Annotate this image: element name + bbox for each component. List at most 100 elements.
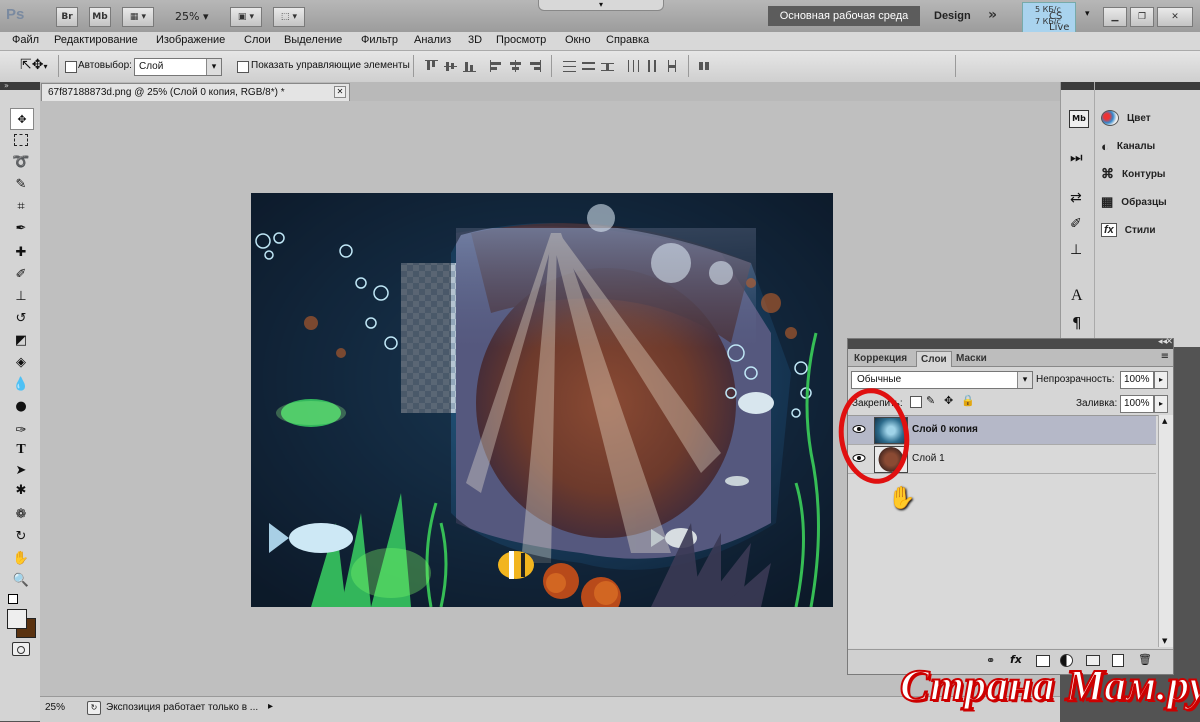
menu-layers[interactable]: Слои — [244, 34, 271, 46]
autoselect-checkbox[interactable] — [65, 61, 77, 73]
clone-stamp-tool-icon[interactable]: ⊥ — [10, 286, 32, 306]
distribute-top-icon[interactable] — [563, 60, 576, 72]
align-bottom-icon[interactable] — [463, 60, 476, 72]
menu-edit[interactable]: Редактирование — [54, 34, 138, 46]
history-brush-tool-icon[interactable]: ↺ — [10, 308, 32, 328]
type-tool-icon[interactable]: T — [10, 440, 32, 460]
clone-source-panel-icon[interactable]: ⊥ — [1070, 242, 1082, 258]
menu-image[interactable]: Изображение — [156, 34, 225, 46]
3d-rotate-tool-icon[interactable]: ❁ — [10, 504, 32, 524]
channels-panel-button[interactable]: ◐ Каналы — [1101, 136, 1155, 156]
close-panel-icon[interactable]: ✕ — [1165, 337, 1173, 347]
move-tool-icon[interactable]: ✥ — [10, 108, 34, 130]
eyedropper-tool-icon[interactable]: ✒ — [10, 218, 32, 238]
foreground-color-swatch[interactable] — [7, 609, 27, 629]
workspace-button[interactable]: Основная рабочая среда — [768, 6, 920, 26]
opacity-slider-arrow-icon[interactable]: ▸ — [1154, 371, 1168, 389]
paint-bucket-tool-icon[interactable]: ◈ — [10, 352, 32, 372]
lock-transparency-icon[interactable] — [910, 396, 922, 408]
align-right-icon[interactable] — [528, 60, 541, 72]
custom-shape-tool-icon[interactable]: ✱ — [10, 480, 32, 500]
distribute-left-icon[interactable] — [627, 60, 640, 72]
distribute-right-icon[interactable] — [665, 60, 678, 72]
layer-name[interactable]: Слой 0 копия — [912, 424, 978, 435]
menu-view[interactable]: Просмотр — [496, 34, 546, 46]
brush-presets-panel-icon[interactable]: ✐ — [1070, 216, 1082, 232]
align-left-icon[interactable] — [490, 60, 503, 72]
quick-selection-tool-icon[interactable]: ✎ — [10, 174, 32, 194]
paths-panel-button[interactable]: ⌘ Контуры — [1101, 164, 1165, 184]
more-workspaces-icon[interactable]: » — [988, 7, 997, 23]
panel-toggle-tab[interactable]: ▾ — [538, 0, 664, 11]
close-document-icon[interactable]: ✕ — [334, 86, 346, 98]
zoom-tool-icon[interactable]: 🔍 — [10, 570, 32, 590]
fill-field[interactable]: 100% — [1120, 395, 1154, 413]
design-workspace-button[interactable]: Design — [934, 10, 971, 22]
opacity-field[interactable]: 100% — [1120, 371, 1154, 389]
minimize-button[interactable]: ▁ — [1103, 7, 1127, 27]
swatches-panel-button[interactable]: ▦ Образцы — [1101, 192, 1167, 212]
distribute-vcenter-icon[interactable] — [582, 60, 595, 72]
view-extras-button[interactable]: ▦ ▾ — [122, 7, 154, 27]
layer-name[interactable]: Слой 1 — [912, 453, 945, 464]
menu-window[interactable]: Окно — [565, 34, 591, 46]
eraser-tool-icon[interactable]: ◩ — [10, 330, 32, 350]
align-vcenter-icon[interactable] — [444, 60, 457, 72]
history-panel-icon[interactable]: ⏭ — [1070, 150, 1083, 166]
lasso-tool-icon[interactable]: ➰ — [10, 152, 32, 172]
color-panel-button[interactable]: Цвет — [1101, 108, 1151, 128]
align-top-icon[interactable] — [425, 60, 438, 72]
zoom-level-dropdown[interactable]: 25% ▾ — [175, 10, 208, 23]
quick-mask-icon[interactable] — [12, 642, 30, 656]
tab-masks[interactable]: Маски — [952, 351, 991, 366]
lock-pixels-icon[interactable]: ✎ — [926, 394, 935, 407]
tab-layers[interactable]: Слои — [916, 351, 952, 367]
hand-tool-icon[interactable]: ✋ — [10, 548, 32, 568]
mini-bridge-button[interactable]: Mb — [89, 7, 111, 27]
lock-position-icon[interactable]: ✥ — [944, 394, 953, 407]
screen-mode-button[interactable]: ⬚ ▾ — [273, 7, 305, 27]
menu-analysis[interactable]: Анализ — [414, 34, 451, 46]
menu-3d[interactable]: 3D — [468, 34, 482, 46]
bridge-button[interactable]: Br — [56, 7, 78, 27]
adjust-panel-icon[interactable]: ⇄ — [1070, 190, 1082, 206]
arrange-documents-button[interactable]: ▣ ▾ — [230, 7, 262, 27]
pen-tool-icon[interactable]: ✑ — [10, 420, 32, 440]
healing-brush-tool-icon[interactable]: ✚ — [10, 242, 32, 262]
path-selection-tool-icon[interactable]: ➤ — [10, 460, 32, 480]
brush-tool-icon[interactable]: ✐ — [10, 264, 32, 284]
fill-slider-arrow-icon[interactable]: ▸ — [1154, 395, 1168, 413]
menu-select[interactable]: Выделение — [284, 34, 342, 46]
layers-scrollbar[interactable]: ▲ ▼ — [1158, 415, 1173, 647]
distribute-hcenter-icon[interactable] — [646, 60, 659, 72]
restore-button[interactable]: ❐ — [1130, 7, 1154, 27]
blur-tool-icon[interactable]: 💧 — [10, 374, 32, 394]
align-hcenter-icon[interactable] — [509, 60, 522, 72]
distribute-bottom-icon[interactable] — [601, 60, 614, 72]
default-colors-icon[interactable] — [8, 594, 18, 604]
auto-align-layers-icon[interactable] — [698, 60, 711, 72]
move-tool-preset-icon[interactable]: ⇱✥▾ — [20, 57, 47, 73]
collapse-tools-icon[interactable]: » — [4, 81, 9, 90]
marquee-tool-icon[interactable] — [10, 130, 32, 150]
show-controls-checkbox[interactable] — [237, 61, 249, 73]
panel-menu-icon[interactable]: ≡ — [1161, 351, 1169, 362]
menu-file[interactable]: Файл — [12, 34, 39, 46]
canvas-image[interactable] — [251, 193, 833, 607]
paragraph-panel-icon[interactable]: ¶ — [1072, 314, 1082, 332]
status-arrow-icon[interactable]: ▸ — [268, 701, 273, 712]
menu-help[interactable]: Справка — [606, 34, 649, 46]
close-button[interactable]: ✕ — [1157, 7, 1193, 27]
mini-bridge-panel-icon[interactable]: Mb — [1069, 110, 1089, 128]
character-panel-icon[interactable]: A — [1071, 287, 1083, 305]
status-zoom[interactable]: 25% — [45, 702, 65, 713]
lock-all-icon[interactable]: 🔒 — [961, 394, 975, 407]
document-tab[interactable]: 67f87188873d.png @ 25% (Слой 0 копия, RG… — [41, 83, 350, 102]
styles-panel-button[interactable]: fx Стили — [1101, 220, 1156, 240]
crop-tool-icon[interactable]: ⌗ — [10, 196, 32, 216]
dodge-tool-icon[interactable]: ● — [10, 396, 32, 416]
autoselect-dropdown[interactable]: Слой ▾ — [134, 58, 222, 76]
menu-filter[interactable]: Фильтр — [361, 34, 398, 46]
status-info-icon[interactable]: ↻ — [87, 701, 101, 715]
blend-mode-dropdown[interactable]: Обычные ▾ — [851, 371, 1033, 389]
